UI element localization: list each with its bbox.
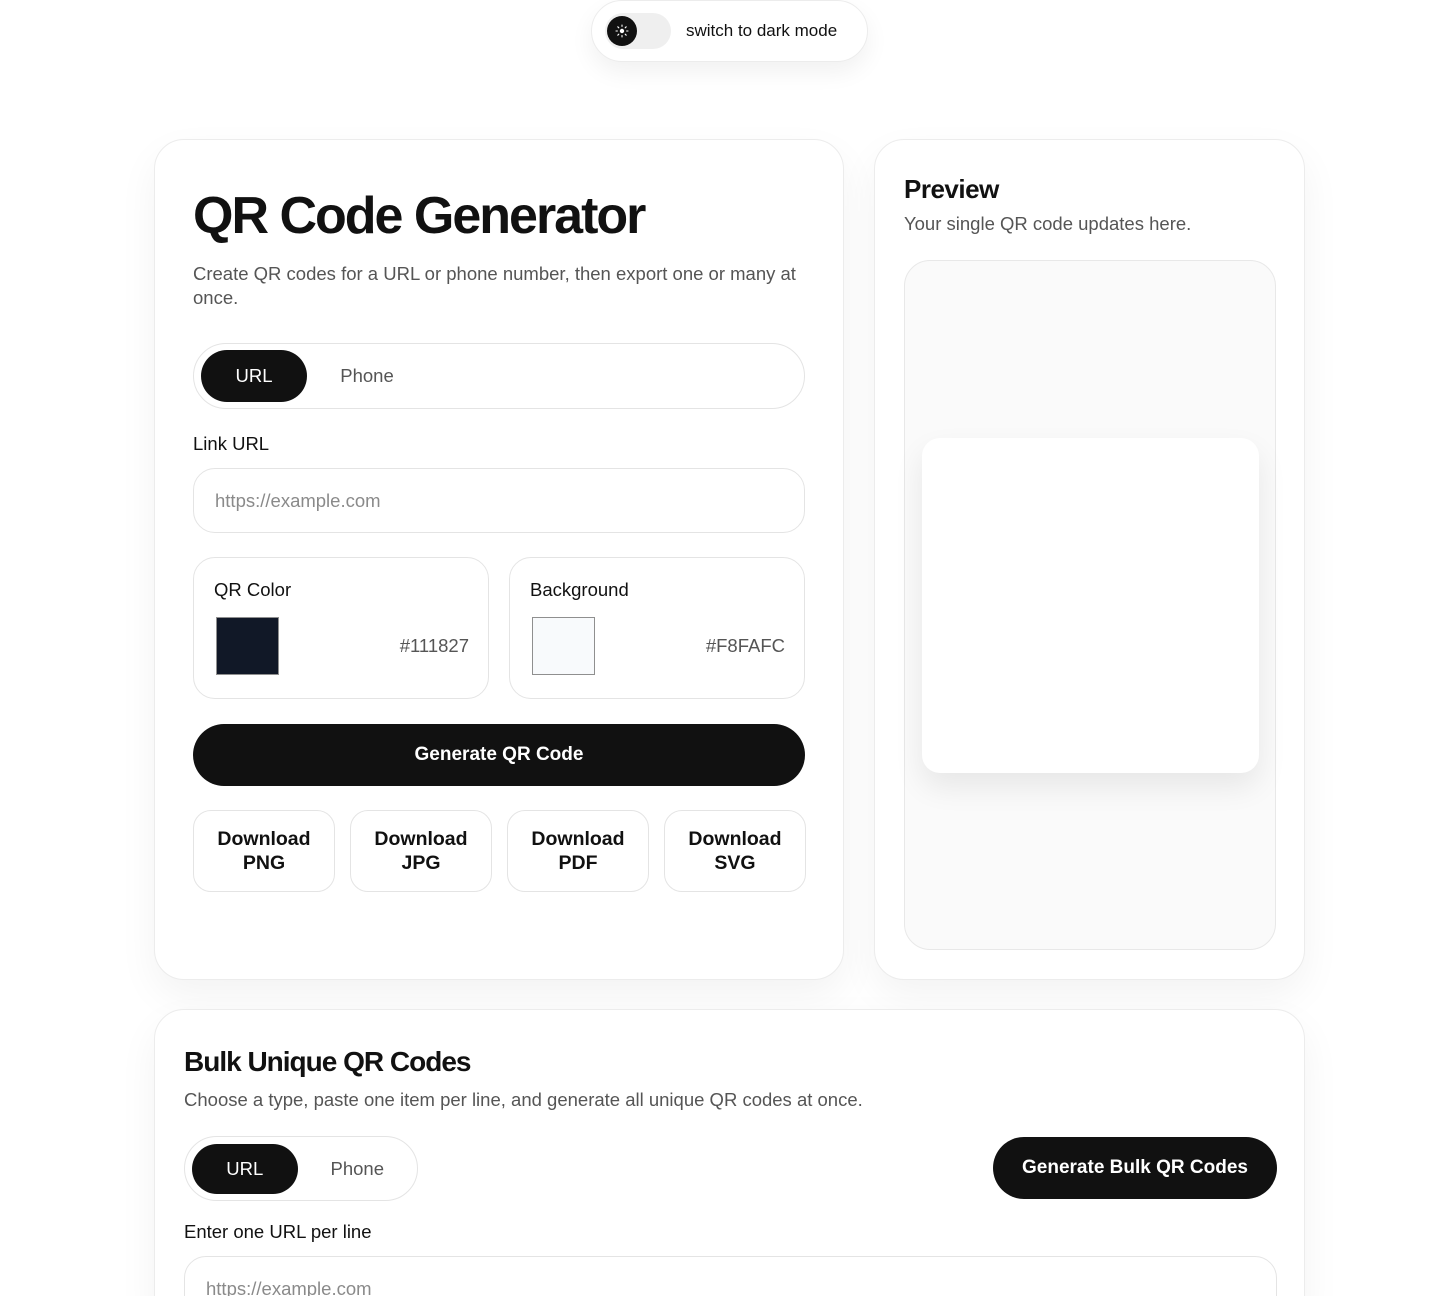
download-jpg-button[interactable]: Download JPG: [350, 810, 492, 892]
preview-subtitle: Your single QR code updates here.: [904, 213, 1192, 234]
bulk-input-label: Enter one URL per line: [184, 1221, 372, 1242]
preview-title: Preview: [904, 174, 999, 204]
preview-card: Preview Your single QR code updates here…: [874, 139, 1305, 980]
theme-toggle-label: switch to dark mode: [686, 21, 838, 40]
page-title: QR Code Generator: [193, 187, 646, 245]
tab-phone[interactable]: Phone: [307, 350, 427, 402]
bulk-url-input[interactable]: [184, 1256, 1277, 1296]
bulk-card: Bulk Unique QR Codes Choose a type, past…: [154, 1009, 1305, 1296]
qr-code-preview: [922, 438, 1259, 773]
link-url-label: Link URL: [193, 433, 270, 454]
dark-mode-switch[interactable]: [605, 13, 671, 49]
background-color-value: #F8FAFC: [705, 635, 785, 656]
download-png-button[interactable]: Download PNG: [193, 810, 335, 892]
download-pdf-button[interactable]: Download PDF: [507, 810, 649, 892]
background-color-picker: Background #F8FAFC: [509, 557, 805, 699]
tab-url[interactable]: URL: [201, 350, 307, 402]
theme-toggle[interactable]: switch to dark mode: [591, 0, 868, 62]
generate-qr-button[interactable]: Generate QR Code: [193, 724, 805, 786]
bulk-type-selector: URL Phone: [184, 1136, 418, 1201]
link-url-input[interactable]: [193, 468, 805, 533]
bulk-tab-phone[interactable]: Phone: [298, 1144, 417, 1194]
background-color-label: Background: [530, 579, 629, 600]
sun-icon: [607, 16, 637, 46]
generate-bulk-button[interactable]: Generate Bulk QR Codes: [993, 1137, 1277, 1199]
download-svg-button[interactable]: Download SVG: [664, 810, 806, 892]
preview-stage: [904, 260, 1276, 950]
type-selector: URL Phone: [193, 343, 805, 409]
generator-card: QR Code Generator Create QR codes for a …: [154, 139, 844, 980]
qr-color-label: QR Color: [214, 579, 292, 600]
bulk-title: Bulk Unique QR Codes: [184, 1046, 471, 1077]
background-color-swatch[interactable]: [532, 617, 595, 675]
qr-color-picker: QR Color #111827: [193, 557, 489, 699]
bulk-subtitle: Choose a type, paste one item per line, …: [184, 1089, 863, 1110]
page-subtitle: Create QR codes for a URL or phone numbe…: [193, 263, 796, 308]
bulk-tab-url[interactable]: URL: [192, 1143, 298, 1194]
qr-color-value: #111827: [399, 635, 469, 656]
qr-color-swatch[interactable]: [216, 617, 279, 675]
